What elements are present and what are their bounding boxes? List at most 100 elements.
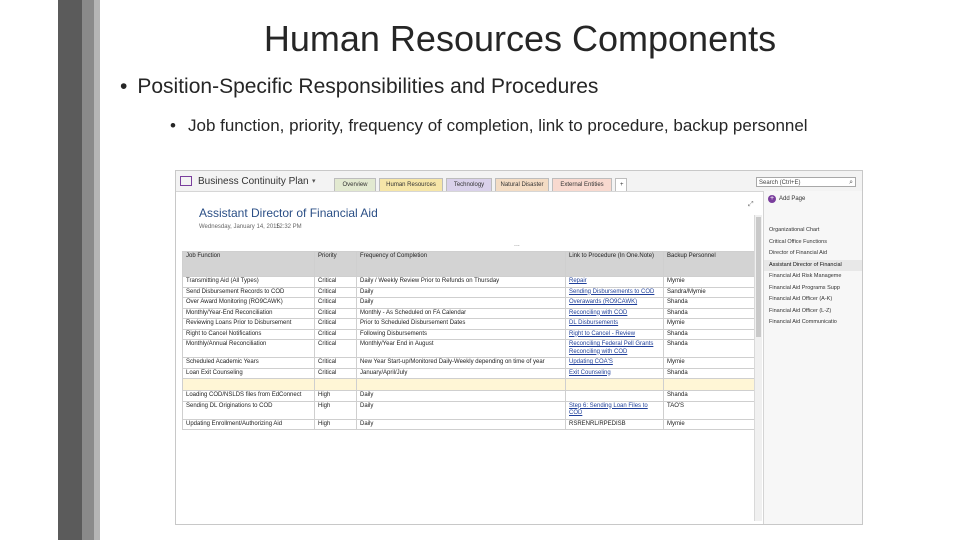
table-cell: Critical: [314, 357, 357, 369]
table-cell: Prior to Scheduled Disbursement Dates: [356, 318, 566, 330]
table-cell: TAO'S: [663, 400, 755, 420]
table-cell: Sending DL Originations to COD: [182, 400, 315, 420]
decorative-bar-dark: [58, 0, 82, 540]
section-tab[interactable]: Natural Disaster: [495, 178, 549, 191]
table-cell: Right to Cancel Notifications: [182, 328, 315, 340]
page-list-item[interactable]: Critical Office Functions: [764, 237, 862, 248]
scrollbar-thumb[interactable]: [756, 217, 761, 337]
table-header-row: Job Function Priority Frequency of Complet…: [182, 251, 755, 277]
table-cell: January/April/July: [356, 367, 566, 379]
table-cell: Daily: [356, 390, 566, 402]
search-input[interactable]: Search (Ctrl+E) ⌕: [756, 177, 856, 187]
page-handle[interactable]: ...: [514, 241, 520, 248]
page-list-item[interactable]: Financial Aid Officer (A-K): [764, 294, 862, 305]
table-row: Send Disbursement Records to COD Critical…: [182, 286, 755, 298]
section-tab[interactable]: Human Resources: [379, 178, 443, 191]
table-cell: Sandra/Mymie: [663, 286, 755, 298]
table-cell: Send Disbursement Records to COD: [182, 286, 315, 298]
table-cell: Transmitting Aid (All Types): [182, 276, 315, 288]
table-row: [182, 378, 755, 391]
bullet-level-2: • Job function, priority, frequency of c…: [170, 115, 810, 137]
bullet-level-1: • Position-Specific Responsibilities and …: [120, 75, 598, 99]
table-cell: [356, 378, 566, 391]
procedure-link[interactable]: Repair: [565, 276, 664, 288]
table-cell: Shanda: [663, 367, 755, 379]
section-tab[interactable]: +: [615, 178, 627, 191]
table-row: Transmitting Aid (All Types) Critical Dail…: [182, 276, 755, 288]
page-list-item[interactable]: Financial Aid Officer (L-Z): [764, 306, 862, 317]
slide-title: Human Resources Components: [263, 18, 777, 59]
table-cell: Scheduled Academic Years: [182, 357, 315, 369]
expand-icon[interactable]: ⤢: [748, 201, 754, 209]
table-cell: Monthly/Year-End Reconciliation: [182, 307, 315, 319]
decorative-bar-light: [94, 0, 100, 540]
bullet-level-1-text: Position-Specific Responsibilities and P…: [137, 75, 599, 98]
table-cell: RSRENRL/RPEDISB: [565, 418, 664, 430]
procedure-link[interactable]: Step 6: Sending Loan Files to COD: [565, 400, 664, 420]
procedure-link[interactable]: Reconciling Federal Pell Grants Reconcil…: [565, 339, 664, 358]
page-list-item[interactable]: Director of Financial Aid: [764, 248, 862, 259]
table-row: Updating Enrollment/Authorizing Aid High D…: [182, 418, 755, 430]
table-row: Right to Cancel Notifications Critical Fol…: [182, 328, 755, 340]
bullet-level-2-text: Job function, priority, frequency of com…: [188, 116, 808, 135]
table-cell: Critical: [314, 339, 357, 358]
notebook-header: Business Continuity Plan ▾ Overview Human…: [176, 171, 862, 192]
table-cell: Critical: [314, 367, 357, 379]
search-icon[interactable]: ⌕: [849, 178, 853, 188]
table-row: Loan Exit Counseling Critical January/Apri…: [182, 367, 755, 379]
table-cell: [314, 378, 357, 391]
chevron-down-icon[interactable]: ▾: [312, 177, 316, 185]
column-header: Frequency of Completion: [356, 251, 566, 277]
procedure-link[interactable]: Right to Cancel - Review: [565, 328, 664, 340]
page-list-item[interactable]: Financial Aid Programs Supp: [764, 283, 862, 294]
procedure-link[interactable]: Sending Disbursements to COD: [565, 286, 664, 298]
table-cell: Monthly/Annual Reconciliation: [182, 339, 315, 358]
page-title: Assistant Director of Financial Aid: [199, 206, 378, 220]
table-cell: Daily / Weekly Review Prior to Refunds o…: [356, 276, 566, 288]
page-list-item[interactable]: Assistant Director of Financial: [764, 259, 862, 271]
table-cell: Shanda: [663, 328, 755, 340]
table-cell: Shanda: [663, 339, 755, 358]
column-header: Link to Procedure (In One.Note): [565, 251, 664, 277]
table-cell: Critical: [314, 307, 357, 319]
add-page-label: Add Page: [779, 196, 806, 202]
table-cell: Critical: [314, 286, 357, 298]
table-cell: Loading COD/NSLDS files from EdConnect: [182, 390, 315, 402]
procedure-link[interactable]: Overawards (RO9CAWK): [565, 297, 664, 309]
section-tab[interactable]: External Entities: [552, 178, 612, 191]
table-cell: Mymie: [663, 276, 755, 288]
procedure-link[interactable]: DL Disbursements: [565, 318, 664, 330]
column-header: Job Function: [182, 251, 315, 277]
table-cell: Daily: [356, 418, 566, 430]
table-cell: Daily: [356, 286, 566, 298]
section-tab[interactable]: Overview: [334, 178, 376, 191]
section-tab[interactable]: Technology: [446, 178, 492, 191]
table-cell: High: [314, 400, 357, 420]
table-cell: Reviewing Loans Prior to Disbursement: [182, 318, 315, 330]
page-list-item[interactable]: Financial Aid Communicatio: [764, 317, 862, 328]
responsibilities-table: Job Function Priority Frequency of Complet…: [182, 251, 755, 430]
table-cell: Critical: [314, 276, 357, 288]
table-row: Reviewing Loans Prior to Disbursement Cri…: [182, 318, 755, 330]
column-header: Backup Personnel: [663, 251, 755, 277]
table-cell: Shanda: [663, 297, 755, 309]
procedure-link[interactable]: Exit Counseling: [565, 367, 664, 379]
add-page-button[interactable]: + Add Page: [768, 195, 805, 203]
notebook-name[interactable]: Business Continuity Plan: [198, 176, 309, 187]
procedure-link[interactable]: Updating COA'S: [565, 357, 664, 369]
table-cell: Monthly - As Scheduled on FA Calendar: [356, 307, 566, 319]
table-cell: Critical: [314, 297, 357, 309]
table-row: Over Award Monitoring (RO9CAWK) Critical D…: [182, 297, 755, 309]
page-date: Wednesday, January 14, 2015: [199, 224, 280, 230]
page-list-item[interactable]: Financial Aid Risk Manageme: [764, 271, 862, 282]
table-cell: Critical: [314, 328, 357, 340]
bullet-dot: •: [120, 75, 128, 98]
table-cell: Mymie: [663, 357, 755, 369]
table-cell: [565, 378, 664, 391]
table-cell: Monthly/Year End in August: [356, 339, 566, 358]
page-list-item[interactable]: Organizational Chart: [764, 225, 862, 236]
procedure-link[interactable]: Reconciling with COD: [565, 307, 664, 319]
table-cell: [565, 390, 664, 402]
table-cell: Following Disbursements: [356, 328, 566, 340]
scrollbar[interactable]: [754, 215, 762, 521]
